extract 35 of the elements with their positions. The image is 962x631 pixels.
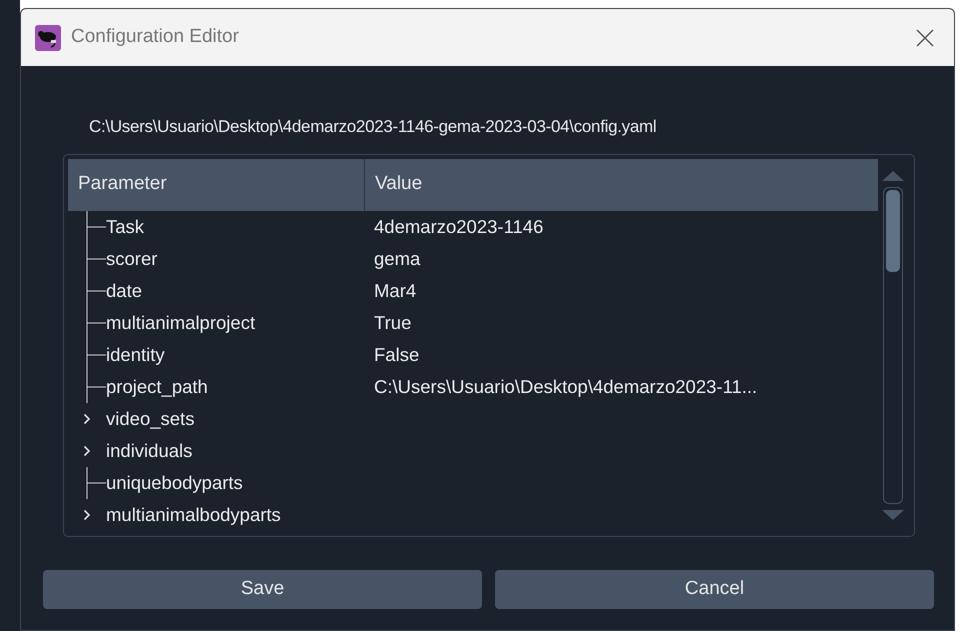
tree-branch-line <box>86 210 106 242</box>
expand-chevron-icon[interactable] <box>83 412 91 424</box>
parameter-name[interactable]: project_path <box>106 372 208 400</box>
parameter-value[interactable]: Mar4 <box>365 276 416 304</box>
column-header[interactable]: Value <box>365 158 878 210</box>
tree-branch-line <box>86 338 106 370</box>
parameter-name[interactable]: identity <box>106 340 165 368</box>
parameter-value[interactable]: False <box>365 340 420 368</box>
parameter-name[interactable]: video_sets <box>106 404 194 432</box>
cancel-button[interactable]: Cancel <box>495 570 934 608</box>
tree-branch-line <box>86 306 106 338</box>
column-header[interactable]: Parameter <box>68 158 365 210</box>
tree-branch-line <box>86 274 106 306</box>
tree-branch-line <box>86 466 106 498</box>
expand-chevron-icon[interactable] <box>83 508 91 520</box>
window-title: Configuration Editor <box>71 25 239 50</box>
app-icon <box>35 24 61 50</box>
tree-branch-line <box>86 242 106 274</box>
parameter-value[interactable]: True <box>365 308 412 336</box>
parameter-name[interactable]: multianimalbodyparts <box>106 500 281 528</box>
parameter-name[interactable]: multianimalproject <box>106 308 256 336</box>
parameter-name[interactable]: Task <box>106 212 144 240</box>
save-button[interactable]: Save <box>43 570 482 608</box>
expand-chevron-icon[interactable] <box>83 444 91 456</box>
parameter-value[interactable]: gema <box>365 244 420 272</box>
parameter-name[interactable]: scorer <box>106 244 158 272</box>
parameter-name[interactable]: date <box>106 276 142 304</box>
scrollbar-thumb[interactable] <box>886 190 900 272</box>
file-path: C:\Users\Usuario\Desktop\4demarzo2023-1146-gema-2023-03-04\config.yaml <box>89 116 658 138</box>
parameter-value[interactable]: 4demarzo2023-1146 <box>365 212 544 240</box>
tree-branch-line <box>86 370 106 402</box>
parameter-value[interactable]: C:\Users\Usuario\Desktop\4demarzo2023-11... <box>365 372 758 400</box>
parameter-name[interactable]: uniquebodyparts <box>106 468 243 496</box>
parameter-name[interactable]: individuals <box>106 436 192 464</box>
close-icon <box>916 28 934 46</box>
